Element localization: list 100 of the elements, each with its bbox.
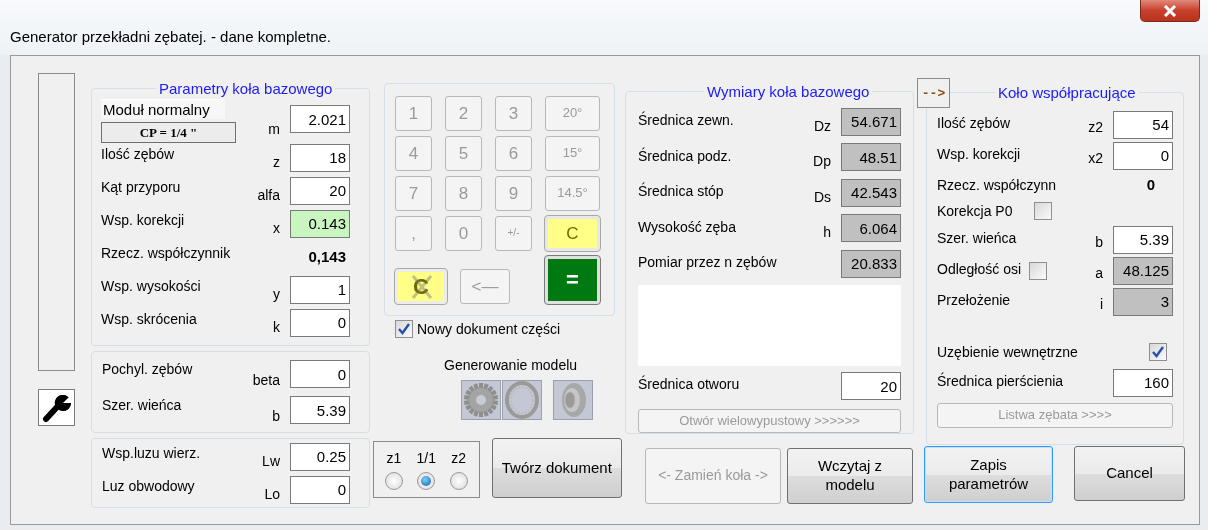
radio-label: z2 xyxy=(451,450,467,466)
checkbox[interactable] xyxy=(1034,201,1053,220)
wrench-icon xyxy=(41,392,72,423)
field-label: Średnica podz. xyxy=(638,146,733,164)
number-field[interactable]: 54 xyxy=(1113,110,1173,139)
symbol-label: y xyxy=(272,286,280,304)
close-button[interactable] xyxy=(1140,0,1200,22)
field-label: Wsp. wysokości xyxy=(101,277,202,294)
cancel-button[interactable]: Cancel xyxy=(1074,446,1185,501)
clear-button[interactable]: C xyxy=(545,216,600,251)
model-button[interactable] xyxy=(502,380,542,420)
close-icon xyxy=(1163,4,1177,17)
radio-button[interactable] xyxy=(417,472,436,490)
save-button[interactable]: Zapis parametrów xyxy=(924,446,1053,503)
field-label: Średnica pierścienia xyxy=(937,371,1065,389)
field-label: Średnica otworu xyxy=(638,374,741,393)
checkbox-label: Korekcja P0 xyxy=(937,202,1013,219)
gear-icon xyxy=(462,381,500,419)
field-label: Ilość zębów xyxy=(101,145,176,162)
symbol-label: x2 xyxy=(1087,150,1103,168)
symbol-label: Dz xyxy=(812,117,831,136)
equals-button[interactable]: = xyxy=(545,256,600,304)
output-field: 54.671 xyxy=(841,107,901,136)
radio-label: 1/1 xyxy=(416,450,436,466)
number-field[interactable]: 20 xyxy=(841,372,901,401)
clear-all-button[interactable]: C xyxy=(395,269,447,304)
number-field[interactable]: 0.143 xyxy=(290,209,350,238)
field-label: Szer. wieńca xyxy=(937,229,1018,246)
output-field: 48.125 xyxy=(1113,256,1173,285)
symbol-label: a xyxy=(1094,265,1103,283)
output-field: 48.51 xyxy=(841,143,901,172)
group-title: Wymiary koła bazowego xyxy=(706,83,871,100)
field-label: Średnica stóp xyxy=(638,181,725,200)
symbol-label: k xyxy=(272,319,280,337)
copy-button[interactable]: --> xyxy=(917,78,950,108)
number-field[interactable]: 20 xyxy=(290,176,350,205)
field-label: Pomiar przez n zębów xyxy=(638,253,778,271)
number-field[interactable]: 18 xyxy=(290,143,350,172)
field-label: Wsp. skrócenia xyxy=(101,310,198,327)
checkbox-label: Nowy dokument części xyxy=(417,321,561,337)
number-field[interactable]: 0 xyxy=(290,475,350,504)
symbol-label: Lo xyxy=(263,486,280,504)
field-label: Szer. wieńca xyxy=(102,396,183,413)
number-field[interactable]: 160 xyxy=(1113,368,1173,397)
field-label: Wsp. korekcji xyxy=(937,145,1022,162)
number-field[interactable]: 1 xyxy=(290,275,350,304)
ring-gear-icon xyxy=(503,381,541,419)
field-label: Ilość zębów xyxy=(937,114,1012,131)
output-field: 20.833 xyxy=(841,249,901,278)
symbol-label: i xyxy=(1098,296,1103,314)
field-label: Luz obwodowy xyxy=(102,477,196,494)
section-label: Generowanie modelu xyxy=(444,357,579,373)
model-button[interactable] xyxy=(461,380,501,420)
checkbox-label: Uzębienie wewnętrzne xyxy=(937,344,1079,360)
symbol-label: z xyxy=(272,154,280,172)
symbol-label: h xyxy=(822,224,831,243)
value-text: 0,143 xyxy=(308,248,346,265)
field-label: Pochyl. zębów xyxy=(102,360,194,377)
symbol-label: Lw xyxy=(261,453,280,471)
radio-button[interactable] xyxy=(449,472,468,490)
field-label: Moduł normalny xyxy=(101,99,225,119)
field-label: Średnica zewn. xyxy=(638,110,735,128)
number-field[interactable]: 5.39 xyxy=(1113,225,1173,254)
number-field[interactable]: 2.021 xyxy=(290,105,350,133)
symbol-label: b xyxy=(271,408,280,426)
pitch-button[interactable]: CP = 1/4 " xyxy=(101,122,236,143)
field-label: Rzecz. współczynnik xyxy=(101,244,232,261)
number-field[interactable]: 0 xyxy=(290,308,350,337)
load-button[interactable]: Wczytaj z modelu xyxy=(787,448,913,504)
value-text: 0 xyxy=(1146,175,1155,193)
symbol-label: b xyxy=(1094,234,1103,252)
output-field: 42.543 xyxy=(841,178,901,207)
radio-label: z1 xyxy=(386,450,402,466)
radio-button[interactable] xyxy=(384,472,403,490)
symbol-label: m xyxy=(267,121,280,139)
create-button[interactable]: Twórz dokument xyxy=(491,438,622,498)
symbol-label: Dp xyxy=(812,153,831,172)
symbol-label: x xyxy=(272,220,280,238)
symbol-label: beta xyxy=(251,372,280,390)
number-field[interactable]: 0 xyxy=(1113,141,1173,170)
field-label: Rzecz. współczynn xyxy=(937,176,1058,193)
output-field: 6.064 xyxy=(841,214,901,243)
number-field[interactable]: 0 xyxy=(290,360,350,388)
window-title: Generator przekładni zębatej. - dane kompletne. xyxy=(10,28,332,45)
number-field[interactable]: 0.25 xyxy=(290,442,350,471)
cross-icon xyxy=(411,274,433,300)
checkbox[interactable] xyxy=(1149,343,1167,361)
group-title: Parametry koła bazowego xyxy=(158,80,334,97)
field-label: Przełożenie xyxy=(937,291,1012,308)
symbol-label: alfa xyxy=(256,187,280,205)
output-field: 3 xyxy=(1113,287,1173,316)
field-label: Wsp.luzu wierz. xyxy=(102,444,202,461)
settings-button[interactable] xyxy=(38,389,75,426)
checkbox[interactable] xyxy=(1029,261,1048,280)
field-label: Odległość osi xyxy=(937,260,1022,277)
number-field[interactable]: 5.39 xyxy=(290,396,350,424)
checkbox[interactable] xyxy=(395,320,413,338)
group-title: Koło współpracujące xyxy=(997,84,1137,101)
symbol-label: z2 xyxy=(1087,119,1103,137)
model-button[interactable] xyxy=(553,380,593,420)
